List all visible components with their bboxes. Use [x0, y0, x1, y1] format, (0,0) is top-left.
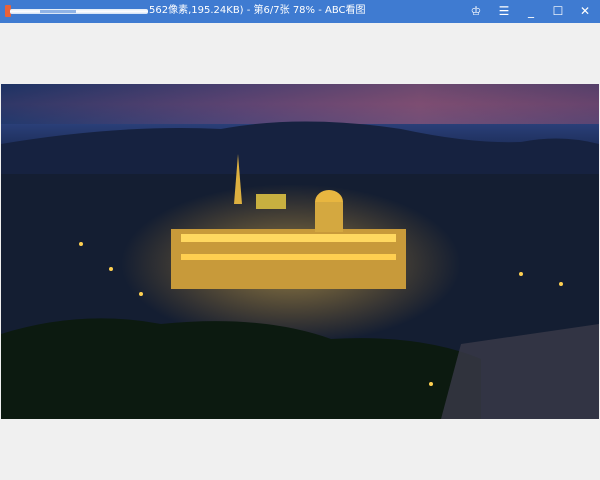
title-bar: 562像素,195.24KB) - 第6/7张 78% - ABC看图 ♔ ☰ … [0, 0, 600, 23]
loading-progress-bar [10, 9, 148, 14]
menu-icon[interactable]: ☰ [495, 3, 513, 19]
night-city-image [1, 84, 599, 419]
maximize-button[interactable]: ☐ [549, 3, 567, 19]
window-title: 562像素,195.24KB) - 第6/7张 78% - ABC看图 [149, 5, 366, 16]
minimize-button[interactable]: _ [522, 3, 540, 19]
close-button[interactable]: ✕ [576, 3, 594, 19]
skin-shirt-icon[interactable]: ♔ [467, 3, 485, 19]
displayed-photo[interactable] [1, 84, 599, 419]
